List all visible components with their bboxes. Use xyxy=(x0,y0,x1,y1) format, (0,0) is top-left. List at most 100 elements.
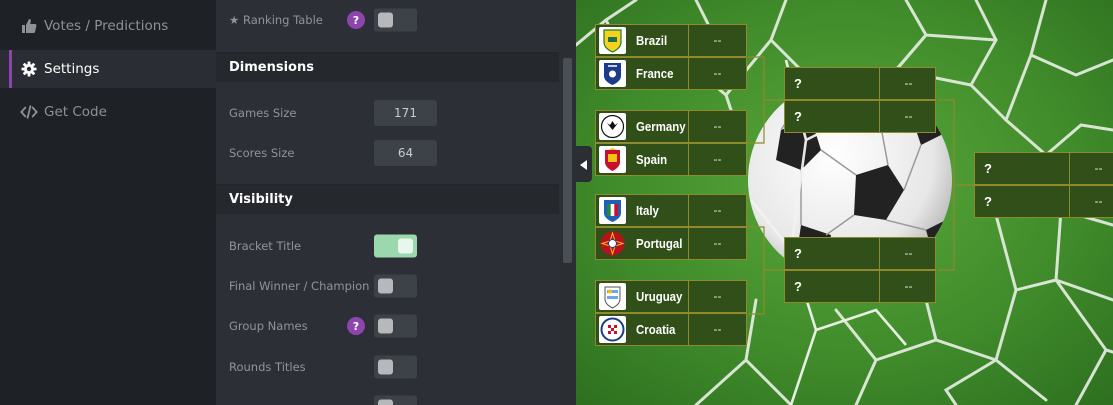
bracket-tbd-cell[interactable]: ? -- xyxy=(974,152,1113,185)
rounds-titles-row: Rounds Titles xyxy=(216,349,559,385)
team-score[interactable]: -- xyxy=(880,101,937,132)
toggle-knob xyxy=(378,399,393,405)
team-name: Portugal xyxy=(636,236,683,251)
nav-item-label: Votes / Predictions xyxy=(44,18,169,34)
panel-scrollbar[interactable] xyxy=(559,0,576,405)
uruguay-crest-icon xyxy=(599,283,626,310)
star-icon: ★ xyxy=(229,13,240,27)
team-name: ? xyxy=(794,279,802,294)
spain-crest-icon xyxy=(599,146,626,173)
nav-item-label: Get Code xyxy=(44,104,107,120)
bracket-tbd-cell[interactable]: ? -- xyxy=(784,100,936,133)
ranking-table-toggle[interactable] xyxy=(374,8,417,32)
team-score[interactable]: -- xyxy=(880,238,937,269)
rounds-titles-label: Rounds Titles xyxy=(229,360,306,374)
bracket-team-cell[interactable]: Portugal -- xyxy=(595,227,747,260)
team-score[interactable]: -- xyxy=(689,144,746,175)
scrollbar-thumb[interactable] xyxy=(563,58,572,263)
bracket-tbd-cell[interactable]: ? -- xyxy=(784,237,936,270)
team-name: ? xyxy=(794,109,802,124)
chevron-left-icon xyxy=(580,155,588,174)
toggle-knob xyxy=(378,12,393,28)
help-icon[interactable]: ? xyxy=(347,317,365,335)
collapse-panel-button[interactable] xyxy=(576,146,592,182)
team-name: ? xyxy=(794,246,802,261)
bracket-team-cell[interactable]: Croatia -- xyxy=(595,313,747,346)
toggle-knob xyxy=(398,238,413,254)
partial-row xyxy=(216,389,559,405)
toggle-knob xyxy=(378,278,393,294)
team-name: ? xyxy=(984,161,992,176)
ranking-table-row: ★ Ranking Table ? xyxy=(216,2,559,38)
group-names-label: Group Names xyxy=(229,319,308,333)
bracket-title-row: Bracket Title xyxy=(216,228,559,264)
team-score[interactable]: -- xyxy=(689,314,746,345)
team-name: France xyxy=(636,66,674,81)
nav-item-settings[interactable]: Settings xyxy=(0,50,216,88)
bracket-team-cell[interactable]: Italy -- xyxy=(595,194,747,227)
nav-item-votes[interactable]: Votes / Predictions xyxy=(0,7,216,45)
games-size-label: Games Size xyxy=(229,106,297,120)
bracket-title-toggle[interactable] xyxy=(374,234,417,258)
team-name: ? xyxy=(794,76,802,91)
final-winner-row: Final Winner / Champion xyxy=(216,268,559,304)
team-name: Italy xyxy=(636,203,659,218)
final-winner-label: Final Winner / Champion xyxy=(229,279,370,293)
team-score[interactable]: -- xyxy=(880,271,937,302)
nav-item-label: Settings xyxy=(44,61,100,77)
scores-size-label: Scores Size xyxy=(229,146,295,160)
dimensions-header: Dimensions xyxy=(216,52,559,82)
bracket-preview: Brazil -- France -- Germany -- Spain -- … xyxy=(576,0,1113,405)
bracket-team-cell[interactable]: Spain -- xyxy=(595,143,747,176)
toggle-knob xyxy=(378,359,393,375)
portugal-crest-icon xyxy=(599,230,626,257)
france-crest-icon xyxy=(599,60,626,87)
visibility-header: Visibility xyxy=(216,184,559,214)
bracket-team-cell[interactable]: Uruguay -- xyxy=(595,280,747,313)
rounds-titles-toggle[interactable] xyxy=(374,355,417,379)
bracket-team-cell[interactable]: Brazil -- xyxy=(595,24,747,57)
team-score[interactable]: -- xyxy=(689,111,746,142)
code-icon xyxy=(20,103,38,121)
brazil-crest-icon xyxy=(599,27,626,54)
toggle-knob xyxy=(378,318,393,334)
partial-toggle[interactable] xyxy=(374,395,417,405)
team-score[interactable]: -- xyxy=(689,228,746,259)
sidebar-nav: Votes / Predictions Settings Get Code xyxy=(0,0,216,405)
team-name: Uruguay xyxy=(636,289,683,304)
bracket-tbd-cell[interactable]: ? -- xyxy=(784,67,936,100)
team-score[interactable]: -- xyxy=(689,281,746,312)
final-winner-toggle[interactable] xyxy=(374,274,417,298)
team-score[interactable]: -- xyxy=(689,195,746,226)
nav-item-get-code[interactable]: Get Code xyxy=(0,93,216,131)
team-score[interactable]: -- xyxy=(689,25,746,56)
team-name: Spain xyxy=(636,152,668,167)
thumbs-up-icon xyxy=(20,17,38,35)
germany-crest-icon xyxy=(599,113,626,140)
team-name: Brazil xyxy=(636,33,668,48)
team-score[interactable]: -- xyxy=(1070,153,1113,184)
italy-crest-icon xyxy=(599,197,626,224)
bracket-tbd-cell[interactable]: ? -- xyxy=(784,270,936,303)
scores-size-input[interactable]: 64 xyxy=(374,140,437,166)
scores-size-row: Scores Size 64 xyxy=(216,135,559,171)
bracket-team-cell[interactable]: France -- xyxy=(595,57,747,90)
settings-panel: ★ Ranking Table ? Dimensions Games Size … xyxy=(216,0,559,405)
group-names-toggle[interactable] xyxy=(374,314,417,338)
games-size-input[interactable]: 171 xyxy=(374,100,437,126)
team-score[interactable]: -- xyxy=(1070,186,1113,217)
gear-icon xyxy=(20,60,38,78)
group-names-row: Group Names ? xyxy=(216,308,559,344)
team-score[interactable]: -- xyxy=(689,58,746,89)
bracket-title-label: Bracket Title xyxy=(229,239,302,253)
team-name: ? xyxy=(984,194,992,209)
bracket-team-cell[interactable]: Germany -- xyxy=(595,110,747,143)
team-name: Germany xyxy=(636,119,686,134)
bracket-tbd-cell[interactable]: ? -- xyxy=(974,185,1113,218)
help-icon[interactable]: ? xyxy=(347,11,365,29)
croatia-crest-icon xyxy=(599,316,626,343)
team-score[interactable]: -- xyxy=(880,68,937,99)
ranking-table-label: Ranking Table xyxy=(242,13,323,27)
games-size-row: Games Size 171 xyxy=(216,95,559,131)
team-name: Croatia xyxy=(636,322,676,337)
